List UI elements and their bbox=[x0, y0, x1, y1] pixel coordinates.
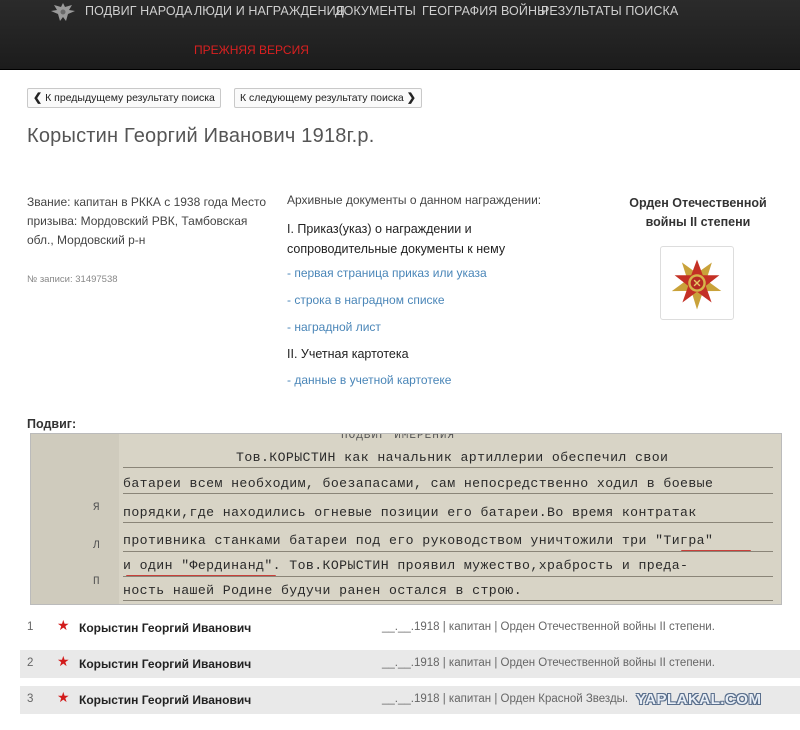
award-image[interactable] bbox=[660, 246, 734, 320]
scan-line: противника станками батареи под его руко… bbox=[123, 533, 714, 548]
margin-letter: Я bbox=[93, 502, 100, 514]
star-icon: ★ bbox=[57, 617, 70, 633]
scan-margin bbox=[31, 434, 119, 604]
row-number: 3 bbox=[27, 693, 34, 705]
row-meta: __.__.1918 | капитан | Орден Красной Зве… bbox=[382, 693, 629, 705]
row-meta: __.__.1918 | капитан | Орден Отечественн… bbox=[382, 621, 715, 633]
star-icon: ★ bbox=[57, 653, 70, 669]
page-title: Корыстин Георгий Иванович 1918г.р. bbox=[27, 125, 375, 147]
nav-item-people-awards[interactable]: ЛЮДИ И НАГРАЖДЕНИЯ bbox=[194, 4, 345, 18]
scan-ruling bbox=[123, 551, 773, 552]
scan-line: Тов.КОРЫСТИН как начальник артиллерии об… bbox=[236, 450, 669, 465]
order-patriotic-war-icon bbox=[671, 259, 722, 310]
row-number: 2 bbox=[27, 657, 34, 669]
next-result-label: К следующему результату поиска bbox=[240, 92, 404, 104]
nav-item-podvig-naroda[interactable]: ПОДВИГ НАРОДА bbox=[85, 4, 192, 18]
nav-item-war-geography[interactable]: ГЕОГРАФИЯ ВОЙНЫ bbox=[422, 4, 548, 18]
scan-ruling bbox=[123, 576, 773, 577]
prev-version-link[interactable]: ПРЕЖНЯЯ ВЕРСИЯ bbox=[194, 43, 309, 57]
scan-header: ПОДВИГ ИМЕРЕНИЯ bbox=[341, 433, 456, 442]
award-name: Орден Отечественной войны II степени bbox=[629, 196, 767, 229]
scan-ruling bbox=[123, 467, 773, 468]
chevron-right-icon: ❯ bbox=[406, 92, 416, 104]
next-result-button[interactable]: К следующему результату поиска ❯ bbox=[234, 88, 422, 108]
star-icon: ★ bbox=[57, 689, 70, 705]
scan-line: батареи всем необходим, боезапасами, сам… bbox=[123, 476, 714, 491]
table-row[interactable]: 2 ★ Корыстин Георгий Иванович __.__.1918… bbox=[20, 650, 800, 678]
table-row[interactable]: 1 ★ Корыстин Георгий Иванович __.__.1918… bbox=[20, 614, 800, 642]
nav-item-search-results[interactable]: РЕЗУЛЬТАТЫ ПОИСКА bbox=[541, 4, 678, 18]
watermark: YAPLAKAL.COM bbox=[636, 691, 762, 708]
scan-ruling bbox=[123, 493, 773, 494]
link-order-first-page[interactable]: - первая страница приказ или указа bbox=[287, 266, 487, 280]
chevron-left-icon: ❮ bbox=[33, 92, 43, 104]
link-award-sheet[interactable]: - наградной лист bbox=[287, 320, 381, 334]
scan-line: ность нашей Родине будучи ранен остался … bbox=[123, 583, 523, 598]
scan-line: и один "Фердинанд". Тов.КОРЫСТИН проявил… bbox=[123, 558, 689, 573]
person-info: Звание: капитан в РККА с 1938 года Место… bbox=[27, 195, 266, 247]
row-name[interactable]: Корыстин Георгий Иванович bbox=[79, 657, 251, 671]
scan-ruling bbox=[123, 522, 773, 523]
link-award-list-row[interactable]: - строка в наградном списке bbox=[287, 293, 445, 307]
row-name[interactable]: Корыстин Георгий Иванович bbox=[79, 621, 251, 635]
section-card-index-title: II. Учетная картотека bbox=[287, 347, 409, 361]
row-name[interactable]: Корыстин Георгий Иванович bbox=[79, 693, 251, 707]
scan-ruling bbox=[123, 600, 773, 601]
nav-item-documents[interactable]: ДОКУМЕНТЫ bbox=[335, 4, 416, 18]
prev-result-label: К предыдущему результату поиска bbox=[45, 92, 215, 104]
record-number: № записи: 31497538 bbox=[27, 274, 118, 285]
eagle-emblem-icon[interactable] bbox=[50, 1, 76, 23]
link-card-index-data[interactable]: - данные в учетной картотеке bbox=[287, 373, 451, 387]
award-document-scan[interactable]: ПОДВИГ ИМЕРЕНИЯ Я Л П Тов.КОРЫСТИН как н… bbox=[30, 433, 782, 605]
feat-label: Подвиг: bbox=[27, 417, 77, 431]
top-navbar: ПОДВИГ НАРОДА ЛЮДИ И НАГРАЖДЕНИЯ ДОКУМЕН… bbox=[0, 0, 800, 70]
margin-letter: Л bbox=[93, 540, 100, 552]
section-order-title: I. Приказ(указ) о награждении и сопровод… bbox=[287, 222, 506, 256]
row-meta: __.__.1918 | капитан | Орден Отечественн… bbox=[382, 657, 715, 669]
margin-letter: П bbox=[93, 576, 100, 588]
prev-result-button[interactable]: ❮ К предыдущему результату поиска bbox=[27, 88, 221, 108]
documents-heading: Архивные документы о данном награждении: bbox=[287, 193, 542, 207]
row-number: 1 bbox=[27, 621, 34, 633]
scan-line: порядки,где находились огневые позиции е… bbox=[123, 505, 697, 520]
